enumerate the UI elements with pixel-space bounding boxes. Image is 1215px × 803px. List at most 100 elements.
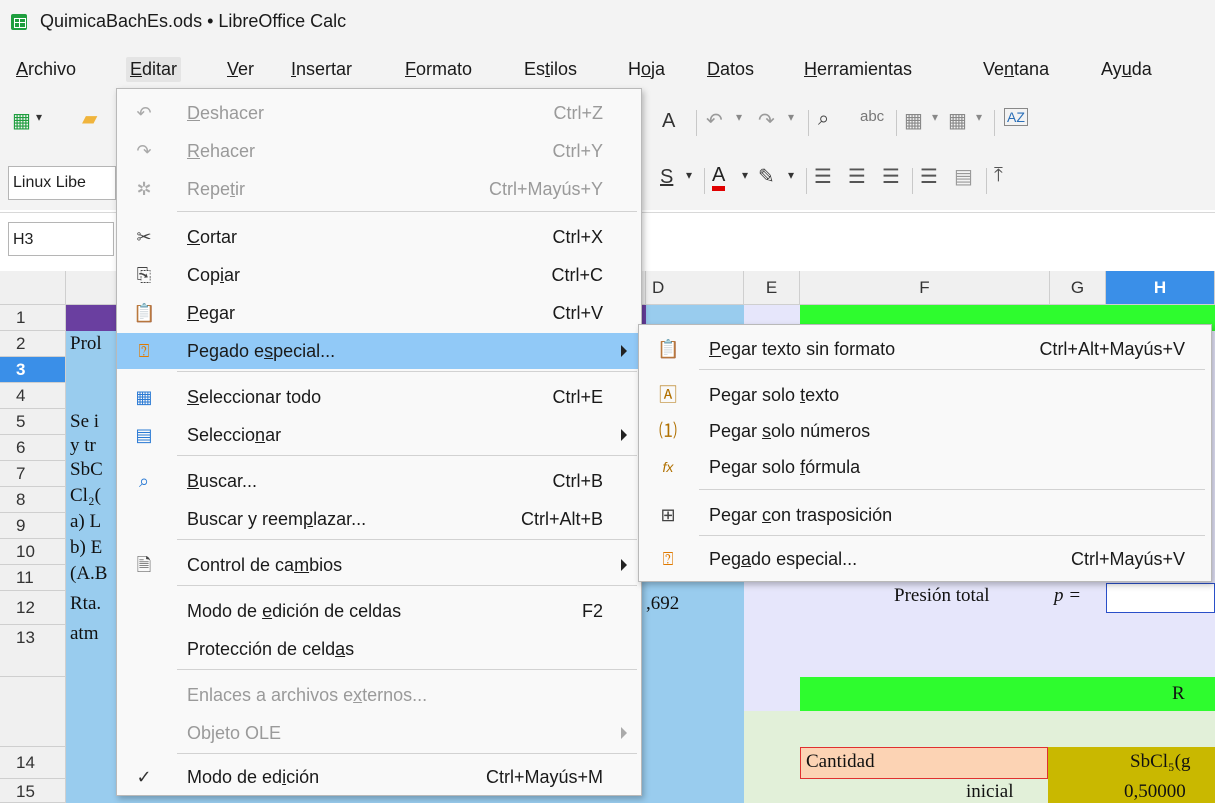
column-header-g[interactable]: G [1050,271,1106,305]
cell-d12[interactable]: ,692 [646,593,679,615]
menu-ver[interactable]: Ver [223,57,258,82]
cell-f9-label[interactable]: Presión total [894,585,990,607]
row-header-13[interactable]: 13 [0,625,66,677]
redo-icon[interactable]: ↷ [758,108,775,133]
menu-insertar[interactable]: Insertar [287,57,356,82]
find-replace-icon[interactable]: ⌕ [818,108,829,131]
chevron-down-icon[interactable]: ▾ [976,110,982,124]
merge-cells-icon[interactable]: ▤ [954,164,973,189]
column-header-e[interactable]: E [744,271,800,305]
menu-herramientas[interactable]: Herramientas [800,57,916,82]
cell-f14[interactable]: Cantidad [806,751,875,773]
row-icon[interactable]: ▦ [904,108,923,133]
cell-b5[interactable]: Se i [70,411,99,433]
wrap-text-icon[interactable]: ☰ [920,164,938,189]
cell-pressure-input[interactable] [1106,583,1215,613]
cell-b11[interactable]: (A.B [70,563,107,585]
column-icon[interactable]: ▦ [948,108,967,133]
row-header-7[interactable]: 7 [0,461,66,487]
menu-ventana[interactable]: Ventana [979,57,1053,82]
cell-b10[interactable]: b) E [70,537,102,559]
font-name-box[interactable]: Linux Libe [8,166,116,200]
chevron-down-icon[interactable]: ▾ [788,110,794,124]
column-header-d[interactable]: D [646,271,744,305]
cell-b9[interactable]: a) L [70,511,101,533]
row-header-15[interactable]: 15 [0,779,66,803]
cell-h15[interactable]: 0,50000 [1124,781,1186,803]
align-center-icon[interactable]: ☰ [848,164,866,189]
menu-item-cortar[interactable]: ✂ Cortar Ctrl+X [117,219,641,255]
row-header-2[interactable]: 2 [0,331,66,357]
row-header-5[interactable]: 5 [0,409,66,435]
row-header-12[interactable]: 12 [0,591,66,625]
menu-ayuda[interactable]: Ayuda [1097,57,1156,82]
row-header-14[interactable]: 14 [0,747,66,779]
align-right-icon[interactable]: ☰ [882,164,900,189]
cell-b8[interactable]: Cl₂( [70,485,101,507]
menu-formato[interactable]: Formato [401,57,476,82]
menu-archivo[interactable]: Archivo [12,57,80,82]
row-header-3[interactable]: 3 [0,357,66,383]
cell-b12[interactable]: Rta. [70,593,101,615]
submenu-item-pegar-sin-formato[interactable]: 📋 Pegar texto sin formato Ctrl+Alt+Mayús… [639,331,1211,367]
submenu-item-pegar-trasposicion[interactable]: ⊞ Pegar con trasposición [639,497,1211,533]
row-header-8[interactable]: 8 [0,487,66,513]
open-folder-icon[interactable]: ▰ [82,106,97,131]
menu-item-objeto-ole[interactable]: Objeto OLE [117,715,641,751]
align-left-icon[interactable]: ☰ [814,164,832,189]
column-header-f[interactable]: F [800,271,1050,305]
cell-f9-var[interactable]: p = [1054,585,1081,607]
menu-item-seleccionar[interactable]: ▤ Seleccionar [117,417,641,453]
cell-b6[interactable]: y tr [70,435,96,457]
menu-item-buscar-reemplazar[interactable]: Buscar y reemplazar... Ctrl+Alt+B [117,501,641,537]
underline-icon[interactable]: S [660,166,673,189]
menu-item-proteccion-celdas[interactable]: Protección de celdas [117,631,641,667]
cell-h12[interactable]: R [1172,683,1185,705]
chevron-down-icon[interactable]: ▾ [742,168,748,182]
menu-item-modo-edicion[interactable]: ✓ Modo de edición Ctrl+Mayús+M [117,759,641,795]
row-header-6[interactable]: 6 [0,435,66,461]
chevron-down-icon[interactable]: ▾ [736,110,742,124]
chevron-down-icon[interactable]: ▾ [932,110,938,124]
submenu-item-pegar-solo-texto[interactable]: 🄰 Pegar solo texto [639,377,1211,413]
row-header-11[interactable]: 11 [0,565,66,591]
menu-item-enlaces[interactable]: Enlaces a archivos externos... [117,677,641,713]
menu-item-rehacer[interactable]: ↷ Rehacer Ctrl+Y [117,133,641,169]
menu-datos[interactable]: Datos [703,57,758,82]
menu-item-copiar[interactable]: ⎘ Copiar Ctrl+C [117,257,641,293]
menu-estilos[interactable]: Estilos [520,57,581,82]
cell-f15[interactable]: inicial [966,781,1013,803]
menu-item-pegado-especial[interactable]: ⍰ Pegado especial... [117,333,641,369]
cell-b7[interactable]: SbC [70,459,103,481]
menu-item-pegar[interactable]: 📋 Pegar Ctrl+V [117,295,641,331]
menu-item-modo-edicion-celdas[interactable]: Modo de edición de celdas F2 [117,593,641,629]
clear-formatting-icon[interactable]: A [662,110,675,133]
cell-h14[interactable]: SbCl₅(g [1130,751,1190,773]
sort-ascending-icon[interactable]: AZ [1004,108,1028,126]
font-color-icon[interactable]: A [712,164,726,191]
submenu-item-pegar-solo-numeros[interactable]: ⑴ Pegar solo números [639,413,1211,449]
submenu-item-pegado-especial[interactable]: ⍰ Pegado especial... Ctrl+Mayús+V [639,541,1211,577]
cell-b2[interactable]: Prol [70,333,102,355]
align-top-icon[interactable]: ⤒ [994,164,1003,187]
menu-item-control-cambios[interactable]: 🗎 Control de cambios [117,547,641,583]
row-header-1[interactable]: 1 [0,305,66,331]
menu-item-seleccionar-todo[interactable]: ▦ Seleccionar todo Ctrl+E [117,379,641,415]
name-box[interactable]: H3 [8,222,114,256]
menu-editar[interactable]: Editar [126,57,182,82]
spellcheck-icon[interactable]: abc [860,108,884,125]
row-header-9[interactable]: 9 [0,513,66,539]
highlight-color-icon[interactable]: ✎ [758,164,775,189]
menu-item-repetir[interactable]: ✲ Repetir Ctrl+Mayús+Y [117,171,641,207]
chevron-down-icon[interactable]: ▾ [686,168,692,182]
menu-hoja[interactable]: Hoja [624,57,669,82]
new-spreadsheet-icon[interactable]: ▦ [12,108,31,133]
cell-b13[interactable]: atm [70,623,99,645]
row-header-10[interactable]: 10 [0,539,66,565]
undo-icon[interactable]: ↶ [706,108,723,133]
menu-item-buscar[interactable]: ⌕ Buscar... Ctrl+B [117,463,641,499]
row-header-4[interactable]: 4 [0,383,66,409]
chevron-down-icon[interactable]: ▾ [788,168,794,182]
menu-item-deshacer[interactable]: ↶ Deshacer Ctrl+Z [117,95,641,131]
corner-header[interactable] [0,271,66,305]
